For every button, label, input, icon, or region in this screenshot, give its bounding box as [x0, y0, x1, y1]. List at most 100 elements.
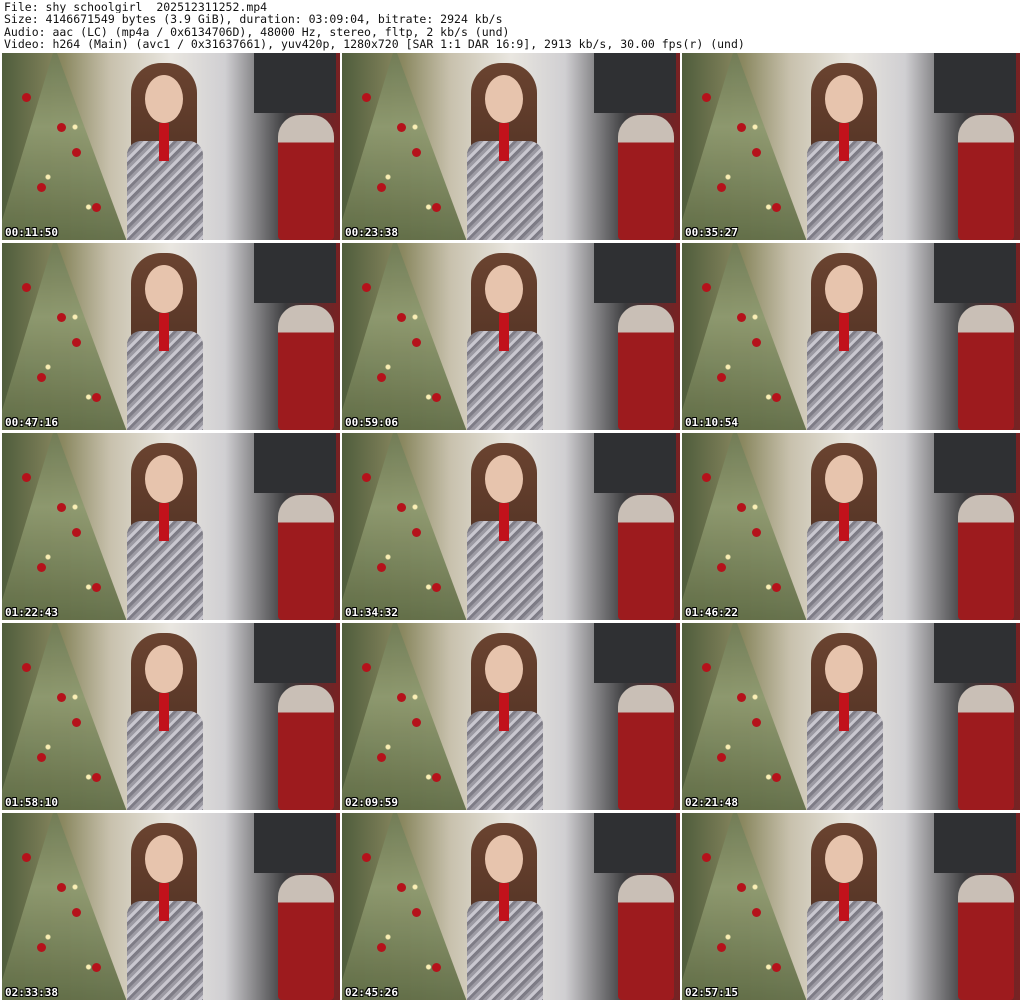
video-thumbnail: 01:22:43 — [2, 433, 340, 620]
video-thumbnail: 01:46:22 — [682, 433, 1020, 620]
person-image — [789, 823, 899, 1000]
shelf-image — [594, 243, 676, 303]
ornament-image — [412, 908, 421, 917]
ornament-image — [362, 93, 371, 102]
shelf-image — [934, 433, 1016, 493]
ornament-image — [397, 883, 406, 892]
ornament-image — [377, 943, 386, 952]
ornament-image — [737, 503, 746, 512]
ornament-image — [412, 338, 421, 347]
ornament-image — [362, 473, 371, 482]
thumbnail-timestamp: 00:35:27 — [685, 226, 738, 239]
thumbnail-timestamp: 01:22:43 — [5, 606, 58, 619]
ornament-image — [57, 503, 66, 512]
video-info-line: Video: h264 (Main) (avc1 / 0x31637661), … — [4, 38, 745, 51]
person-image — [109, 443, 219, 620]
media-info-header: File: shy_schoolgirl__202512311252.mp4 S… — [0, 0, 1024, 52]
ornament-image — [772, 393, 781, 402]
santa-figure-image — [958, 875, 1014, 1000]
person-image — [789, 633, 899, 810]
ornament-image — [22, 93, 31, 102]
person-image — [449, 63, 559, 240]
shelf-image — [254, 53, 336, 113]
person-image — [449, 443, 559, 620]
person-image — [449, 633, 559, 810]
ornament-image — [772, 583, 781, 592]
ornament-image — [702, 93, 711, 102]
person-image — [109, 633, 219, 810]
ornament-image — [432, 393, 441, 402]
santa-figure-image — [618, 115, 674, 240]
thumbnail-timestamp: 02:09:59 — [345, 796, 398, 809]
shelf-image — [934, 623, 1016, 683]
ornament-image — [72, 338, 81, 347]
santa-figure-image — [618, 685, 674, 810]
video-thumbnail: 01:58:10 — [2, 623, 340, 810]
ornament-image — [57, 313, 66, 322]
ornament-image — [72, 528, 81, 537]
ornament-image — [717, 943, 726, 952]
ornament-image — [57, 123, 66, 132]
santa-figure-image — [278, 875, 334, 1000]
ornament-image — [362, 853, 371, 862]
ornament-image — [752, 148, 761, 157]
shelf-image — [594, 813, 676, 873]
ornament-image — [22, 473, 31, 482]
video-thumbnail: 02:57:15 — [682, 813, 1020, 1000]
thumbnail-timestamp: 01:58:10 — [5, 796, 58, 809]
shelf-image — [934, 53, 1016, 113]
person-image — [449, 253, 559, 430]
ornament-image — [752, 908, 761, 917]
ornament-image — [752, 718, 761, 727]
ornament-image — [772, 963, 781, 972]
santa-figure-image — [278, 115, 334, 240]
ornament-image — [37, 753, 46, 762]
thumbnail-grid: 00:11:50 00:23:38 00:35:27 00:47:16 00:59:06… — [2, 53, 1020, 1000]
ornament-image — [92, 393, 101, 402]
thumbnail-timestamp: 00:59:06 — [345, 416, 398, 429]
ornament-image — [377, 373, 386, 382]
shelf-image — [254, 813, 336, 873]
ornament-image — [412, 528, 421, 537]
file-name-line: File: shy_schoolgirl__202512311252.mp4 — [4, 1, 268, 14]
ornament-image — [57, 883, 66, 892]
santa-figure-image — [278, 685, 334, 810]
ornament-image — [772, 773, 781, 782]
thumbnail-timestamp: 01:10:54 — [685, 416, 738, 429]
ornament-image — [57, 693, 66, 702]
ornament-image — [737, 313, 746, 322]
ornament-image — [432, 583, 441, 592]
santa-figure-image — [958, 685, 1014, 810]
person-image — [789, 63, 899, 240]
thumbnail-timestamp: 02:57:15 — [685, 986, 738, 999]
santa-figure-image — [278, 495, 334, 620]
ornament-image — [737, 123, 746, 132]
santa-figure-image — [958, 115, 1014, 240]
ornament-image — [772, 203, 781, 212]
shelf-image — [934, 243, 1016, 303]
person-image — [109, 253, 219, 430]
santa-figure-image — [618, 495, 674, 620]
video-thumbnail: 01:10:54 — [682, 243, 1020, 430]
ornament-image — [702, 473, 711, 482]
ornament-image — [737, 693, 746, 702]
person-image — [789, 443, 899, 620]
ornament-image — [412, 718, 421, 727]
ornament-image — [37, 563, 46, 572]
santa-figure-image — [958, 305, 1014, 430]
ornament-image — [397, 313, 406, 322]
file-size-line: Size: 4146671549 bytes (3.9 GiB), durati… — [4, 13, 503, 26]
ornament-image — [717, 563, 726, 572]
ornament-image — [702, 283, 711, 292]
ornament-image — [92, 583, 101, 592]
ornament-image — [752, 528, 761, 537]
video-thumbnail: 00:23:38 — [342, 53, 680, 240]
person-image — [109, 823, 219, 1000]
thumbnail-timestamp: 00:23:38 — [345, 226, 398, 239]
thumbnail-timestamp: 00:47:16 — [5, 416, 58, 429]
person-image — [449, 823, 559, 1000]
video-thumbnail: 02:33:38 — [2, 813, 340, 1000]
santa-figure-image — [618, 875, 674, 1000]
ornament-image — [362, 283, 371, 292]
ornament-image — [22, 663, 31, 672]
